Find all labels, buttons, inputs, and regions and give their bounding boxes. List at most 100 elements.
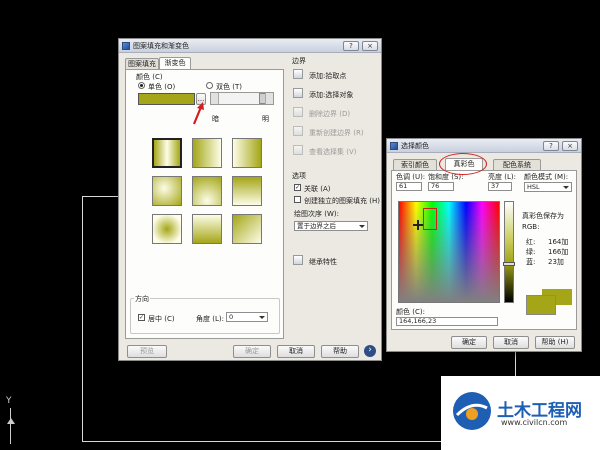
dark-label: 暗 [212, 115, 219, 123]
cancel-button[interactable]: 取消 [493, 336, 529, 349]
select-objects-icon[interactable] [293, 88, 303, 98]
remove-boundaries-icon [293, 107, 303, 117]
gradient-swatch-cylinder[interactable] [192, 138, 222, 168]
tab-gradient[interactable]: 渐变色 [159, 57, 191, 69]
two-color-label: 双色 (T) [216, 83, 242, 91]
hue-field[interactable]: 61 [396, 182, 422, 191]
separate-hatches-checkbox[interactable] [294, 196, 301, 203]
drawing-line-right [515, 350, 516, 376]
close-icon[interactable]: × [362, 41, 378, 51]
save-as-rgb-label: RGB: [522, 223, 540, 231]
annotation-rect [423, 208, 437, 230]
ucs-icon: Y [4, 396, 18, 444]
save-as-label: 真彩色保存为 [522, 212, 564, 220]
blue-value: 23加 [548, 258, 564, 266]
red-value: 164加 [548, 238, 569, 246]
color-value-label: 颜色 (C): [396, 308, 425, 316]
saturation-field[interactable]: 76 [428, 182, 454, 191]
gradient-swatch-curved[interactable] [232, 176, 262, 206]
inherit-properties-icon[interactable] [293, 255, 303, 265]
app-icon [390, 142, 398, 150]
shade-slider[interactable] [210, 92, 274, 105]
gradient-panel: 颜色 (C) 单色 (O) 双色 (T) ... 暗 明 方向 ✓ 居中 (C)… [125, 69, 284, 339]
cancel-button[interactable]: 取消 [277, 345, 315, 358]
view-selections-button[interactable]: 查看选择集 (V) [309, 147, 356, 157]
remove-boundaries-button[interactable]: 删除边界 (D) [309, 109, 350, 119]
orientation-label: 方向 [134, 294, 150, 304]
recreate-boundary-icon [293, 126, 303, 136]
gradient-swatch-invhemispherical[interactable] [192, 214, 222, 244]
light-label: 明 [262, 115, 269, 123]
brand-url: www.civilcn.com [501, 418, 568, 427]
hue-label: 色调 (U): [396, 173, 426, 181]
brand-logo-icon [453, 392, 491, 430]
color-value-field[interactable]: 164,166,23 [396, 317, 498, 326]
help-button[interactable]: 帮助 [321, 345, 359, 358]
one-color-radio[interactable] [138, 82, 145, 89]
separate-hatches-label: 创建独立的图案填充 (H) [304, 197, 380, 205]
gradient-swatch-spherical[interactable] [152, 176, 182, 206]
green-label: 绿: [526, 248, 536, 256]
color-preview-old [526, 295, 556, 315]
associative-checkbox[interactable]: ✓ [294, 184, 301, 191]
help-icon[interactable]: ? [543, 141, 559, 151]
annotation-circle [439, 153, 487, 175]
app-icon [122, 42, 130, 50]
slider-left-arrow-icon[interactable] [211, 93, 219, 104]
color-model-label: 颜色模式 (M): [524, 173, 569, 181]
blue-label: 蓝: [526, 258, 536, 266]
preview-button[interactable]: 预览 [127, 345, 167, 358]
gradient-swatch-invspherical[interactable] [152, 214, 182, 244]
watermark: 土木工程网 www.civilcn.com [441, 376, 600, 450]
help-icon[interactable]: ? [343, 41, 359, 51]
hatch-dialog-title: 图案填充和渐变色 [133, 42, 189, 50]
hue-saturation-spectrum[interactable] [398, 201, 500, 303]
green-value: 166加 [548, 248, 569, 256]
ok-button[interactable]: 确定 [233, 345, 271, 358]
luminance-field[interactable]: 37 [488, 182, 512, 191]
red-label: 红: [526, 238, 536, 246]
view-selections-icon [293, 145, 303, 155]
two-color-radio[interactable] [206, 82, 213, 89]
one-color-label: 单色 (O) [148, 83, 176, 91]
annotation-arrow-icon [192, 102, 204, 125]
angle-combo[interactable]: 0 [226, 312, 268, 322]
add-select-objects-button[interactable]: 添加:选择对象 [309, 90, 353, 100]
close-icon[interactable]: × [562, 141, 578, 151]
gradient-swatch-hemispherical[interactable] [192, 176, 222, 206]
color-preview-bar[interactable] [138, 93, 195, 105]
spectrum-crosshair[interactable] [413, 220, 423, 230]
centered-checkbox[interactable]: ✓ [138, 314, 145, 321]
gradient-swatch-invcurved[interactable] [232, 214, 262, 244]
tab-hatch[interactable]: 图案填充 [125, 58, 159, 69]
drawing-line-top [82, 196, 122, 197]
select-color-dialog: 选择颜色 ? × 索引颜色 真彩色 配色系统 色调 (U): 61 饱和度 (S… [386, 138, 582, 352]
draw-order-label: 绘图次序 (W): [294, 210, 339, 218]
luminance-slider[interactable] [503, 201, 515, 303]
hatch-dialog-titlebar[interactable]: 图案填充和渐变色 ? × [119, 39, 381, 53]
angle-label: 角度 (L): [196, 315, 224, 323]
luminance-thumb[interactable] [503, 262, 515, 266]
luminance-label: 亮度 (L): [488, 173, 516, 181]
gradient-swatch-invcylinder[interactable] [232, 138, 262, 168]
tab-index-color[interactable]: 索引颜色 [393, 159, 437, 170]
centered-label: 居中 (C) [148, 315, 175, 323]
true-color-panel: 色调 (U): 61 饱和度 (S): 76 亮度 (L): 37 颜色模式 (… [391, 170, 577, 330]
slider-right-arrow-icon[interactable] [265, 93, 273, 104]
draw-order-combo[interactable]: 置于边界之后 [294, 221, 368, 231]
hatch-gradient-dialog: 图案填充和渐变色 ? × 图案填充 渐变色 颜色 (C) 单色 (O) 双色 (… [118, 38, 382, 361]
color-dialog-titlebar[interactable]: 选择颜色 ? × [387, 139, 581, 153]
help-button[interactable]: 帮助 (H) [535, 336, 575, 349]
color-model-combo[interactable]: HSL [524, 182, 572, 192]
recreate-boundary-button[interactable]: 重新创建边界 (R) [309, 128, 364, 138]
add-pick-points-button[interactable]: 添加:拾取点 [309, 71, 346, 81]
ucs-y-label: Y [6, 396, 12, 406]
drawing-line-bottom [82, 441, 442, 442]
inherit-properties-button[interactable]: 继承特性 [309, 257, 337, 267]
gradient-swatch-linear[interactable] [152, 138, 182, 168]
more-options-icon[interactable]: › [364, 345, 376, 357]
color-dialog-title: 选择颜色 [401, 142, 429, 150]
ok-button[interactable]: 确定 [451, 336, 487, 349]
pick-points-icon[interactable] [293, 69, 303, 79]
tab-color-books[interactable]: 配色系统 [493, 159, 541, 170]
